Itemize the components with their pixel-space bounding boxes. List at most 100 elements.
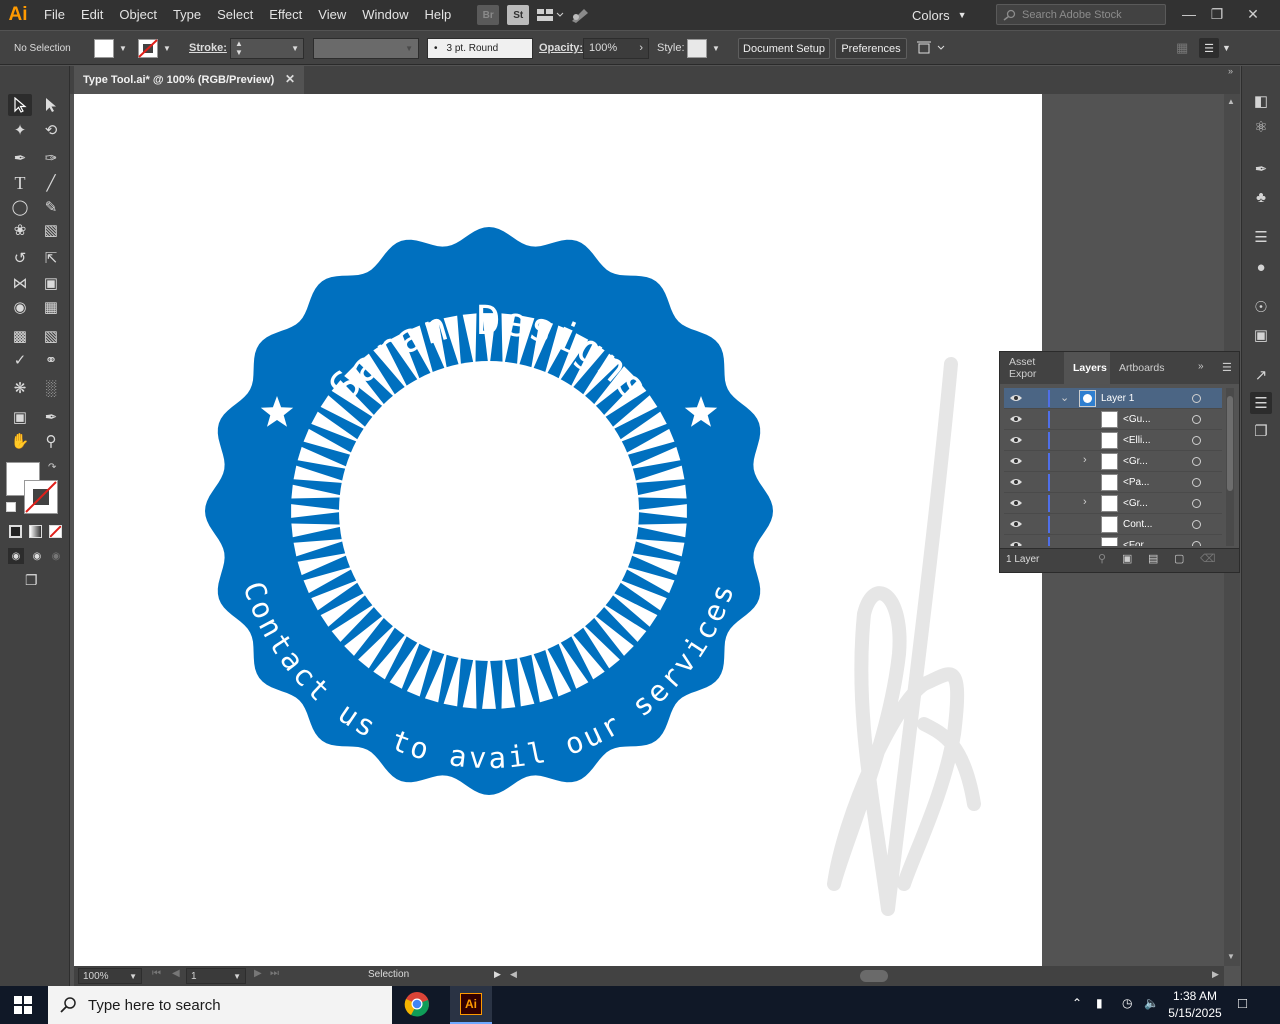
battery-icon[interactable]: ▮: [1096, 996, 1103, 1010]
transparency-icon[interactable]: ●: [1250, 256, 1272, 278]
none-mode-icon[interactable]: [49, 525, 62, 538]
panel-menu-icon[interactable]: ☰: [1222, 361, 1232, 374]
taskbar-clock[interactable]: 1:38 AM 5/15/2025: [1166, 988, 1224, 1022]
horizontal-scroll-thumb[interactable]: [860, 970, 888, 982]
stroke-color-swatch[interactable]: [24, 480, 58, 514]
target-circle-icon[interactable]: [1192, 415, 1201, 424]
chevron-right-icon[interactable]: ›: [1083, 496, 1087, 508]
scroll-left-icon[interactable]: ◀: [510, 969, 517, 980]
width-tool-icon[interactable]: ⋈: [8, 272, 32, 294]
visibility-eye-icon[interactable]: [1010, 497, 1022, 509]
chevron-down-icon[interactable]: ⌄: [1060, 391, 1069, 404]
slice-tool-icon[interactable]: ✒: [39, 406, 63, 428]
artboards-icon[interactable]: ❐: [1250, 420, 1272, 442]
scale-tool-icon[interactable]: ⇱: [39, 247, 63, 269]
visibility-eye-icon[interactable]: [1010, 539, 1022, 546]
panel-menu-icon[interactable]: ▼: [1222, 31, 1231, 65]
tab-layers[interactable]: Layers: [1064, 352, 1110, 384]
layers-scrollbar[interactable]: [1226, 388, 1234, 546]
graphic-style-swatch[interactable]: ▼: [687, 31, 720, 65]
mesh-tool-icon[interactable]: ▩: [8, 325, 32, 347]
layers-scroll-thumb[interactable]: [1227, 396, 1233, 491]
gradient-mode-icon[interactable]: [29, 525, 42, 538]
target-circle-icon[interactable]: [1192, 499, 1201, 508]
color-mode-icon[interactable]: [9, 525, 22, 538]
lasso-tool-icon[interactable]: ⟲: [39, 119, 63, 141]
network-icon[interactable]: ◷: [1122, 996, 1132, 1010]
visibility-eye-icon[interactable]: [1010, 413, 1022, 425]
sublayer-row[interactable]: <Pa...: [1004, 472, 1222, 493]
tab-asset-export[interactable]: Asset Expor: [1000, 352, 1064, 384]
layers-icon[interactable]: ☰: [1250, 392, 1272, 414]
menu-file[interactable]: File: [36, 0, 73, 30]
next-artboard-icon[interactable]: ▶: [254, 968, 262, 979]
opacity-input[interactable]: 100% ›: [583, 31, 649, 65]
gradient-tool-icon[interactable]: ▧: [39, 325, 63, 347]
expand-panel-icon[interactable]: »: [1198, 361, 1204, 372]
preferences-button[interactable]: Preferences: [835, 38, 907, 59]
taskbar-search-input[interactable]: Type here to search: [48, 986, 392, 1024]
scroll-right-icon[interactable]: ▶: [1212, 969, 1219, 980]
transform-icon[interactable]: ▣: [1250, 324, 1272, 346]
workspace-switcher[interactable]: Colors ▼: [912, 4, 967, 26]
draw-inside-icon[interactable]: ◉: [48, 548, 64, 564]
menu-select[interactable]: Select: [209, 0, 261, 30]
visibility-eye-icon[interactable]: [1010, 392, 1022, 404]
target-circle-icon[interactable]: [1192, 457, 1201, 466]
bridge-icon[interactable]: Br: [477, 5, 500, 25]
menu-window[interactable]: Window: [354, 0, 416, 30]
sublayer-row[interactable]: › <Gr...: [1004, 451, 1222, 472]
selection-tool-icon[interactable]: [8, 94, 32, 116]
visibility-eye-icon[interactable]: [1010, 434, 1022, 446]
variable-width-profile[interactable]: ▼: [313, 31, 419, 65]
collapse-dock-icon[interactable]: »: [1228, 66, 1233, 76]
locate-object-icon[interactable]: ⚲: [1098, 552, 1106, 565]
scroll-down-icon[interactable]: ▼: [1227, 952, 1235, 961]
menu-effect[interactable]: Effect: [261, 0, 310, 30]
direct-selection-tool-icon[interactable]: [39, 94, 63, 116]
minimize-button[interactable]: —: [1174, 2, 1204, 26]
tab-artboards[interactable]: Artboards: [1110, 352, 1180, 384]
magic-wand-tool-icon[interactable]: ✦: [8, 119, 32, 141]
visibility-eye-icon[interactable]: [1010, 455, 1022, 467]
artboard-number-select[interactable]: 1 ▼: [186, 968, 246, 984]
menu-object[interactable]: Object: [111, 0, 165, 30]
first-artboard-icon[interactable]: ⏮: [152, 968, 161, 979]
target-circle-icon[interactable]: [1192, 541, 1201, 546]
properties-icon[interactable]: ◧: [1250, 90, 1272, 112]
document-setup-button[interactable]: Document Setup: [738, 38, 830, 59]
eraser-tool-icon[interactable]: ▧: [39, 219, 63, 241]
shaper-tool-icon[interactable]: ❀: [8, 219, 32, 241]
show-hidden-icons-icon[interactable]: ⌃: [1072, 996, 1082, 1010]
close-window-button[interactable]: ✕: [1238, 2, 1268, 26]
brushes-icon[interactable]: ✒: [1250, 158, 1272, 180]
blend-tool-icon[interactable]: ⚭: [39, 349, 63, 371]
badge-artwork[interactable]: Saran Designs Contact us to avail our se…: [74, 94, 1042, 966]
stroke-swatch[interactable]: ▼: [138, 31, 171, 65]
status-menu-icon[interactable]: ▶: [494, 969, 501, 980]
sublayer-row[interactable]: <For...: [1004, 535, 1222, 546]
prev-artboard-icon[interactable]: ◀: [172, 968, 180, 979]
column-graph-tool-icon[interactable]: ░: [39, 377, 63, 399]
stroke-panel-icon[interactable]: ☰: [1250, 226, 1272, 248]
panel-toggle-button[interactable]: ☰: [1199, 31, 1219, 65]
last-artboard-icon[interactable]: ⏭: [270, 968, 279, 979]
target-circle-icon[interactable]: [1192, 478, 1201, 487]
menu-view[interactable]: View: [310, 0, 354, 30]
default-colors-icon[interactable]: [6, 502, 16, 512]
target-circle-icon[interactable]: [1192, 520, 1201, 529]
gpu-performance-icon[interactable]: [567, 5, 593, 25]
fill-swatch[interactable]: ▼: [94, 31, 127, 65]
notifications-icon[interactable]: □: [1238, 995, 1247, 1012]
draw-normal-icon[interactable]: ◉: [8, 548, 24, 564]
ellipse-tool-icon[interactable]: ◯: [8, 196, 32, 218]
libraries-icon[interactable]: ⚛: [1250, 116, 1272, 138]
document-tab[interactable]: Type Tool.ai* @ 100% (RGB/Preview) ✕: [74, 66, 304, 94]
visibility-eye-icon[interactable]: [1010, 476, 1022, 488]
swap-colors-icon[interactable]: ↷: [48, 462, 56, 473]
stock-icon[interactable]: St: [507, 5, 530, 25]
new-layer-icon[interactable]: ▢: [1174, 552, 1184, 565]
zoom-select[interactable]: 100% ▼: [78, 968, 142, 984]
volume-icon[interactable]: 🔈: [1144, 996, 1159, 1010]
eyedropper-tool-icon[interactable]: ✓: [8, 349, 32, 371]
